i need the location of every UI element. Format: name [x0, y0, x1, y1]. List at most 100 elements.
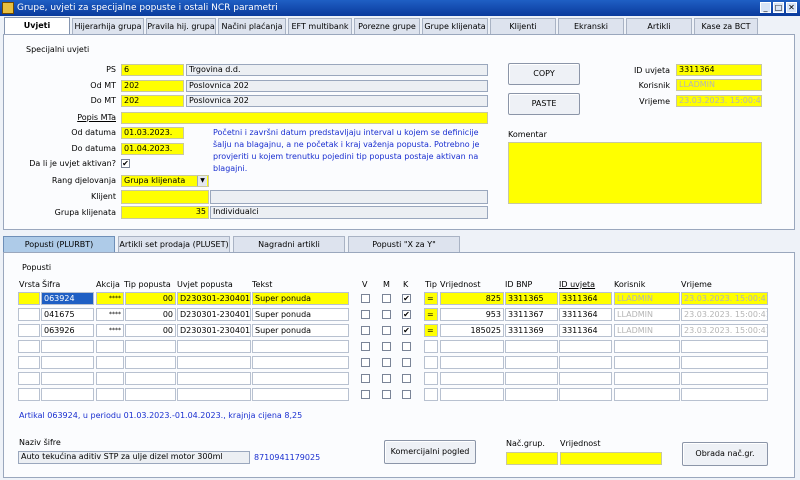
od-mt-code-field[interactable]: 202: [121, 80, 184, 92]
grid-cell-tip[interactable]: =: [424, 308, 438, 321]
grid-checkbox-k[interactable]: [402, 374, 411, 383]
grid-cell-vrsta[interactable]: [18, 372, 40, 385]
grid-cell-tip-popusta[interactable]: [125, 356, 176, 369]
grid-cell-tip[interactable]: =: [424, 324, 438, 337]
grid-cell-vrijednost[interactable]: [440, 388, 504, 401]
grid-cell-korisnik[interactable]: [614, 388, 680, 401]
grid-checkbox-m[interactable]: [382, 342, 391, 351]
grid-checkbox-v[interactable]: [361, 390, 370, 399]
tab-klijenti[interactable]: Klijenti: [490, 18, 556, 34]
grid-cell-vrijeme[interactable]: 23.03.2023. 15:00:41: [681, 308, 768, 321]
grid-cell-vrsta[interactable]: [18, 356, 40, 369]
grid-cell-tekst[interactable]: Super ponuda: [252, 324, 349, 337]
grid-cell-korisnik[interactable]: [614, 340, 680, 353]
tab-grupe-klijenata[interactable]: Grupe klijenata: [422, 18, 488, 34]
grid-cell-tip[interactable]: [424, 388, 438, 401]
tab-artikli-set-prodaja[interactable]: Artikli set prodaja (PLUSET): [118, 236, 230, 252]
grid-cell-tip[interactable]: =: [424, 292, 438, 305]
grid-checkbox-m[interactable]: [382, 358, 391, 367]
rang-select[interactable]: Grupa klijenata ▼: [121, 175, 209, 187]
grid-cell-vrijednost[interactable]: 953: [440, 308, 504, 321]
grid-cell-tekst[interactable]: [252, 340, 349, 353]
komentar-field[interactable]: [508, 142, 762, 204]
grid-cell-id-uvjeta[interactable]: [559, 340, 612, 353]
tab-ekranski[interactable]: Ekranski: [558, 18, 624, 34]
komercijalni-pogled-button[interactable]: Komercijalni pogled: [384, 440, 476, 464]
klijent-code-field[interactable]: [121, 190, 209, 204]
grid-cell-id-uvjeta[interactable]: [559, 388, 612, 401]
grid-checkbox-v[interactable]: [361, 342, 370, 351]
grid-cell-uvjet-popusta[interactable]: D230301-230401: [177, 308, 251, 321]
grid-cell-korisnik[interactable]: LLADMIN: [614, 308, 680, 321]
do-mt-code-field[interactable]: 202: [121, 95, 184, 107]
grupa-code-field[interactable]: 35: [121, 206, 209, 219]
grid-cell-id-uvjeta[interactable]: 3311364: [559, 324, 612, 337]
grid-cell-vrijeme[interactable]: 23.03.2023. 15:00:41: [681, 292, 768, 305]
obrada-nac-gr-button[interactable]: Obrada nač.gr.: [682, 442, 768, 466]
tab-uvjeti[interactable]: Uvjeti: [4, 17, 70, 35]
grid-cell-sifra[interactable]: [41, 356, 94, 369]
popis-mt-label[interactable]: Popis MTa: [60, 112, 116, 124]
grid-cell-id-bnp[interactable]: 3311365: [505, 292, 558, 305]
grid-cell-uvjet-popusta[interactable]: D230301-230401: [177, 324, 251, 337]
grid-cell-vrsta[interactable]: [18, 308, 40, 321]
active-checkbox[interactable]: ✔: [121, 159, 130, 168]
grid-cell-tip-popusta[interactable]: 00: [125, 292, 176, 305]
grid-checkbox-v[interactable]: [361, 326, 370, 335]
popis-mt-field[interactable]: [121, 112, 488, 124]
grid-cell-vrijeme[interactable]: [681, 356, 768, 369]
copy-button[interactable]: COPY: [508, 63, 580, 85]
tab-popusti-x-za-y[interactable]: Popusti "X za Y": [348, 236, 460, 252]
grid-cell-vrsta[interactable]: [18, 388, 40, 401]
grid-cell-id-uvjeta[interactable]: 3311364: [559, 308, 612, 321]
grid-cell-tip-popusta[interactable]: [125, 340, 176, 353]
grid-cell-vrijednost[interactable]: 825: [440, 292, 504, 305]
grid-cell-vrijednost[interactable]: [440, 372, 504, 385]
tab-pravila-hij-grupa[interactable]: Pravila hij. grupa: [146, 18, 216, 34]
grid-cell-id-bnp[interactable]: 3311367: [505, 308, 558, 321]
grid-cell-tekst[interactable]: Super ponuda: [252, 308, 349, 321]
grid-cell-sifra[interactable]: 063926: [41, 324, 94, 337]
grid-cell-vrijeme[interactable]: [681, 340, 768, 353]
grid-cell-uvjet-popusta[interactable]: [177, 372, 251, 385]
grid-cell-tip[interactable]: [424, 372, 438, 385]
grid-checkbox-m[interactable]: [382, 326, 391, 335]
grid-cell-id-bnp[interactable]: [505, 388, 558, 401]
grid-checkbox-v[interactable]: [361, 358, 370, 367]
grid-cell-sifra[interactable]: 041675: [41, 308, 94, 321]
grid-cell-tekst[interactable]: [252, 372, 349, 385]
grid-cell-tip[interactable]: [424, 340, 438, 353]
grid-cell-id-bnp[interactable]: [505, 356, 558, 369]
grid-cell-akcija[interactable]: [96, 340, 124, 353]
tab-artikli[interactable]: Artikli: [626, 18, 692, 34]
vrijednost-field[interactable]: [560, 452, 662, 465]
grid-cell-id-uvjeta[interactable]: 3311364: [559, 292, 612, 305]
grid-cell-sifra[interactable]: [41, 388, 94, 401]
grid-cell-vrijednost[interactable]: [440, 340, 504, 353]
grid-checkbox-m[interactable]: [382, 294, 391, 303]
close-icon[interactable]: ✕: [786, 2, 797, 13]
nac-grup-field[interactable]: [506, 452, 558, 465]
grid-cell-vrijednost[interactable]: [440, 356, 504, 369]
grid-cell-korisnik[interactable]: LLADMIN: [614, 292, 680, 305]
do-datuma-field[interactable]: 01.04.2023.: [121, 143, 184, 155]
grid-cell-vrsta[interactable]: [18, 324, 40, 337]
grid-cell-sifra[interactable]: 063924: [41, 292, 94, 305]
grid-cell-korisnik[interactable]: [614, 372, 680, 385]
grid-cell-akcija[interactable]: [96, 356, 124, 369]
ps-code-field[interactable]: 6: [121, 64, 184, 76]
tab-eft-multibank[interactable]: EFT multibank: [288, 18, 352, 34]
grid-cell-tekst[interactable]: [252, 388, 349, 401]
grid-checkbox-m[interactable]: [382, 374, 391, 383]
grid-checkbox-k[interactable]: ✔: [402, 310, 411, 319]
maximize-icon[interactable]: □: [773, 2, 784, 13]
grid-cell-id-uvjeta[interactable]: [559, 372, 612, 385]
grid-cell-korisnik[interactable]: LLADMIN: [614, 324, 680, 337]
tab-kase-za-bct[interactable]: Kase za BCT: [694, 18, 758, 34]
grid-checkbox-k[interactable]: [402, 358, 411, 367]
grid-checkbox-k[interactable]: ✔: [402, 294, 411, 303]
grid-cell-uvjet-popusta[interactable]: D230301-230401: [177, 292, 251, 305]
chevron-down-icon[interactable]: ▼: [197, 176, 207, 186]
grid-checkbox-k[interactable]: ✔: [402, 326, 411, 335]
grid-cell-akcija[interactable]: ****: [96, 324, 124, 337]
